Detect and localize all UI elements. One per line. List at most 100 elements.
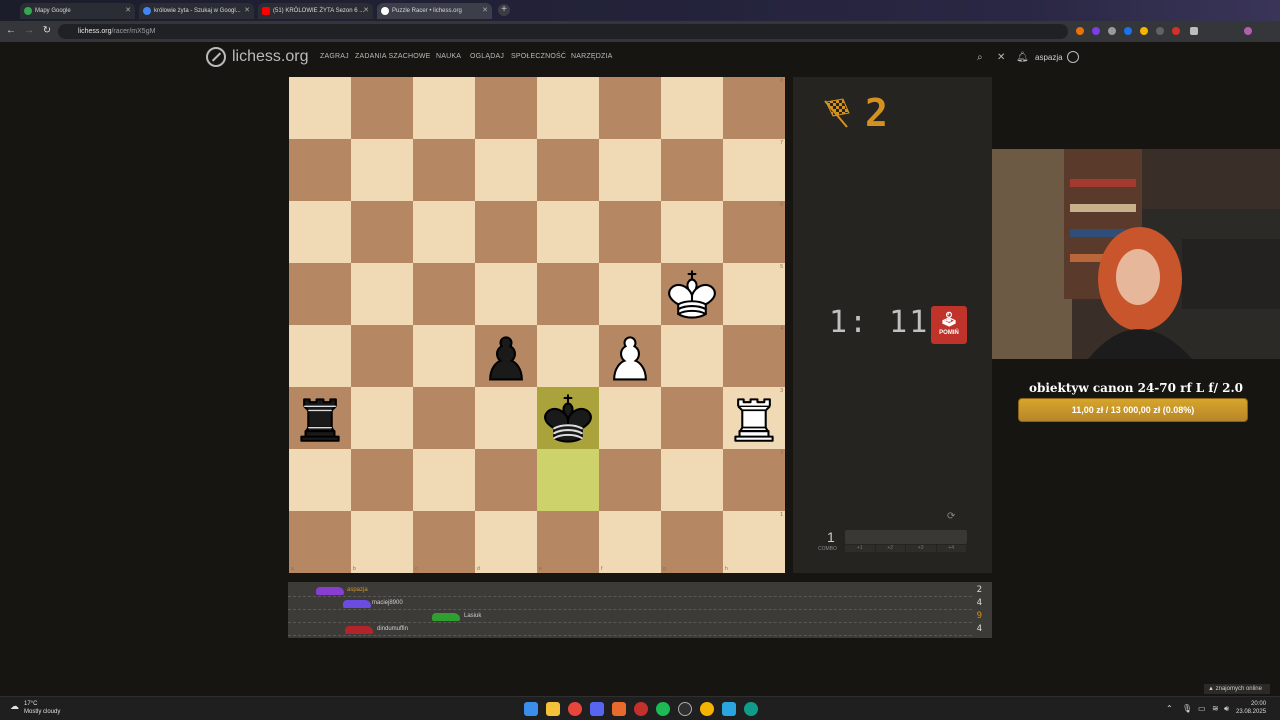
square-d8[interactable] [475,77,537,139]
square-d2[interactable] [475,449,537,511]
square-c1[interactable]: c [413,511,475,573]
square-g6[interactable] [661,201,723,263]
search-icon[interactable]: ⌕ [977,52,983,63]
square-g8[interactable] [661,77,723,139]
square-h2[interactable]: 2 [723,449,785,511]
microphone-icon[interactable]: 🎙︎ [1182,704,1192,713]
square-a7[interactable] [289,139,351,201]
black-rook-icon[interactable] [289,387,351,449]
square-f3[interactable] [599,387,661,449]
extension-icon[interactable] [1140,27,1148,35]
refresh-icon[interactable]: ⟳ [947,511,955,522]
square-e1[interactable]: e [537,511,599,573]
close-tab-icon[interactable]: ✕ [363,3,369,19]
square-a6[interactable] [289,201,351,263]
chrome-icon[interactable] [568,702,582,716]
close-icon[interactable]: ✕ [997,52,1005,63]
square-a4[interactable] [289,325,351,387]
browser-tab[interactable]: (51) KRÓLOWIE ŻYTA Sezon 6 ... ✕ [258,3,373,19]
square-e3[interactable] [537,387,599,449]
square-f5[interactable] [599,263,661,325]
square-e4[interactable] [537,325,599,387]
square-h3[interactable]: 3 [723,387,785,449]
square-h5[interactable]: 5 [723,263,785,325]
profile-avatar-icon[interactable] [1244,27,1252,35]
square-c3[interactable] [413,387,475,449]
black-pawn-icon[interactable] [475,325,537,387]
lichess-logo-icon[interactable] [206,47,226,67]
square-g7[interactable] [661,139,723,201]
browser-tab[interactable]: królowie żyta - Szukaj w Googl... ✕ [139,3,254,19]
nav-learn[interactable]: NAUKA [436,53,461,60]
user-icon[interactable] [1067,51,1079,63]
square-b8[interactable] [351,77,413,139]
new-tab-button[interactable]: + [498,4,510,16]
square-g1[interactable]: g [661,511,723,573]
square-f6[interactable] [599,201,661,263]
square-b3[interactable] [351,387,413,449]
square-c7[interactable] [413,139,475,201]
square-c4[interactable] [413,325,475,387]
extension-icon[interactable] [1108,27,1116,35]
square-h1[interactable]: 1h [723,511,785,573]
nav-watch[interactable]: OGLĄDAJ [470,53,504,60]
square-d7[interactable] [475,139,537,201]
square-f4[interactable] [599,325,661,387]
close-tab-icon[interactable]: ✕ [244,3,250,19]
extensions-puzzle-icon[interactable] [1190,27,1198,35]
square-e5[interactable] [537,263,599,325]
square-d4[interactable] [475,325,537,387]
nav-play[interactable]: ZAGRAJ [320,53,349,60]
square-a3[interactable] [289,387,351,449]
display-icon[interactable]: ▭ [1198,704,1206,713]
white-pawn-icon[interactable] [599,325,661,387]
square-b4[interactable] [351,325,413,387]
system-clock[interactable]: 20:00 23.08.2025 [1236,700,1266,716]
square-f8[interactable] [599,77,661,139]
square-a1[interactable]: a [289,511,351,573]
square-a5[interactable] [289,263,351,325]
file-explorer-icon[interactable] [546,702,560,716]
square-c2[interactable] [413,449,475,511]
obs-icon[interactable] [678,702,692,716]
square-d6[interactable] [475,201,537,263]
bell-icon[interactable]: 🔔︎ [1016,52,1029,63]
app-icon[interactable] [612,702,626,716]
discord-icon[interactable] [590,702,604,716]
address-bar[interactable]: lichess.org/racer/mX5gM [58,24,1068,39]
windows-start-icon[interactable] [524,702,538,716]
extension-icon[interactable] [1172,27,1180,35]
square-g3[interactable] [661,387,723,449]
extension-icon[interactable] [1156,27,1164,35]
volume-icon[interactable]: 🔊︎ [1224,704,1229,714]
square-h8[interactable]: 8 [723,77,785,139]
square-e8[interactable] [537,77,599,139]
extension-icon[interactable] [1076,27,1084,35]
square-d1[interactable]: d [475,511,537,573]
app-icon[interactable] [722,702,736,716]
wifi-icon[interactable]: ≋ [1212,704,1219,713]
square-b2[interactable] [351,449,413,511]
square-f1[interactable]: f [599,511,661,573]
square-g5[interactable] [661,263,723,325]
skip-button[interactable]: 🕹︎ POMIŃ [931,306,967,344]
chess-board[interactable]: 876 54 3 2abcdefg1h [289,77,785,573]
white-rook-icon[interactable] [723,387,785,449]
square-b7[interactable] [351,139,413,201]
square-g4[interactable] [661,325,723,387]
browser-tab[interactable]: Mapy Google ✕ [20,3,135,19]
square-b6[interactable] [351,201,413,263]
black-king-icon[interactable] [537,387,599,449]
nav-tools[interactable]: NARZĘDZIA [571,53,612,60]
reload-icon[interactable]: ↻ [40,24,54,38]
square-f7[interactable] [599,139,661,201]
close-tab-icon[interactable]: ✕ [482,3,488,19]
square-h6[interactable]: 6 [723,201,785,263]
square-f2[interactable] [599,449,661,511]
square-c6[interactable] [413,201,475,263]
square-a8[interactable] [289,77,351,139]
square-a2[interactable] [289,449,351,511]
forward-icon[interactable]: → [22,24,36,38]
nav-puzzles[interactable]: ZADANIA SZACHOWE [355,53,431,60]
friends-online-button[interactable]: ▲ znajomych online [1204,684,1270,694]
